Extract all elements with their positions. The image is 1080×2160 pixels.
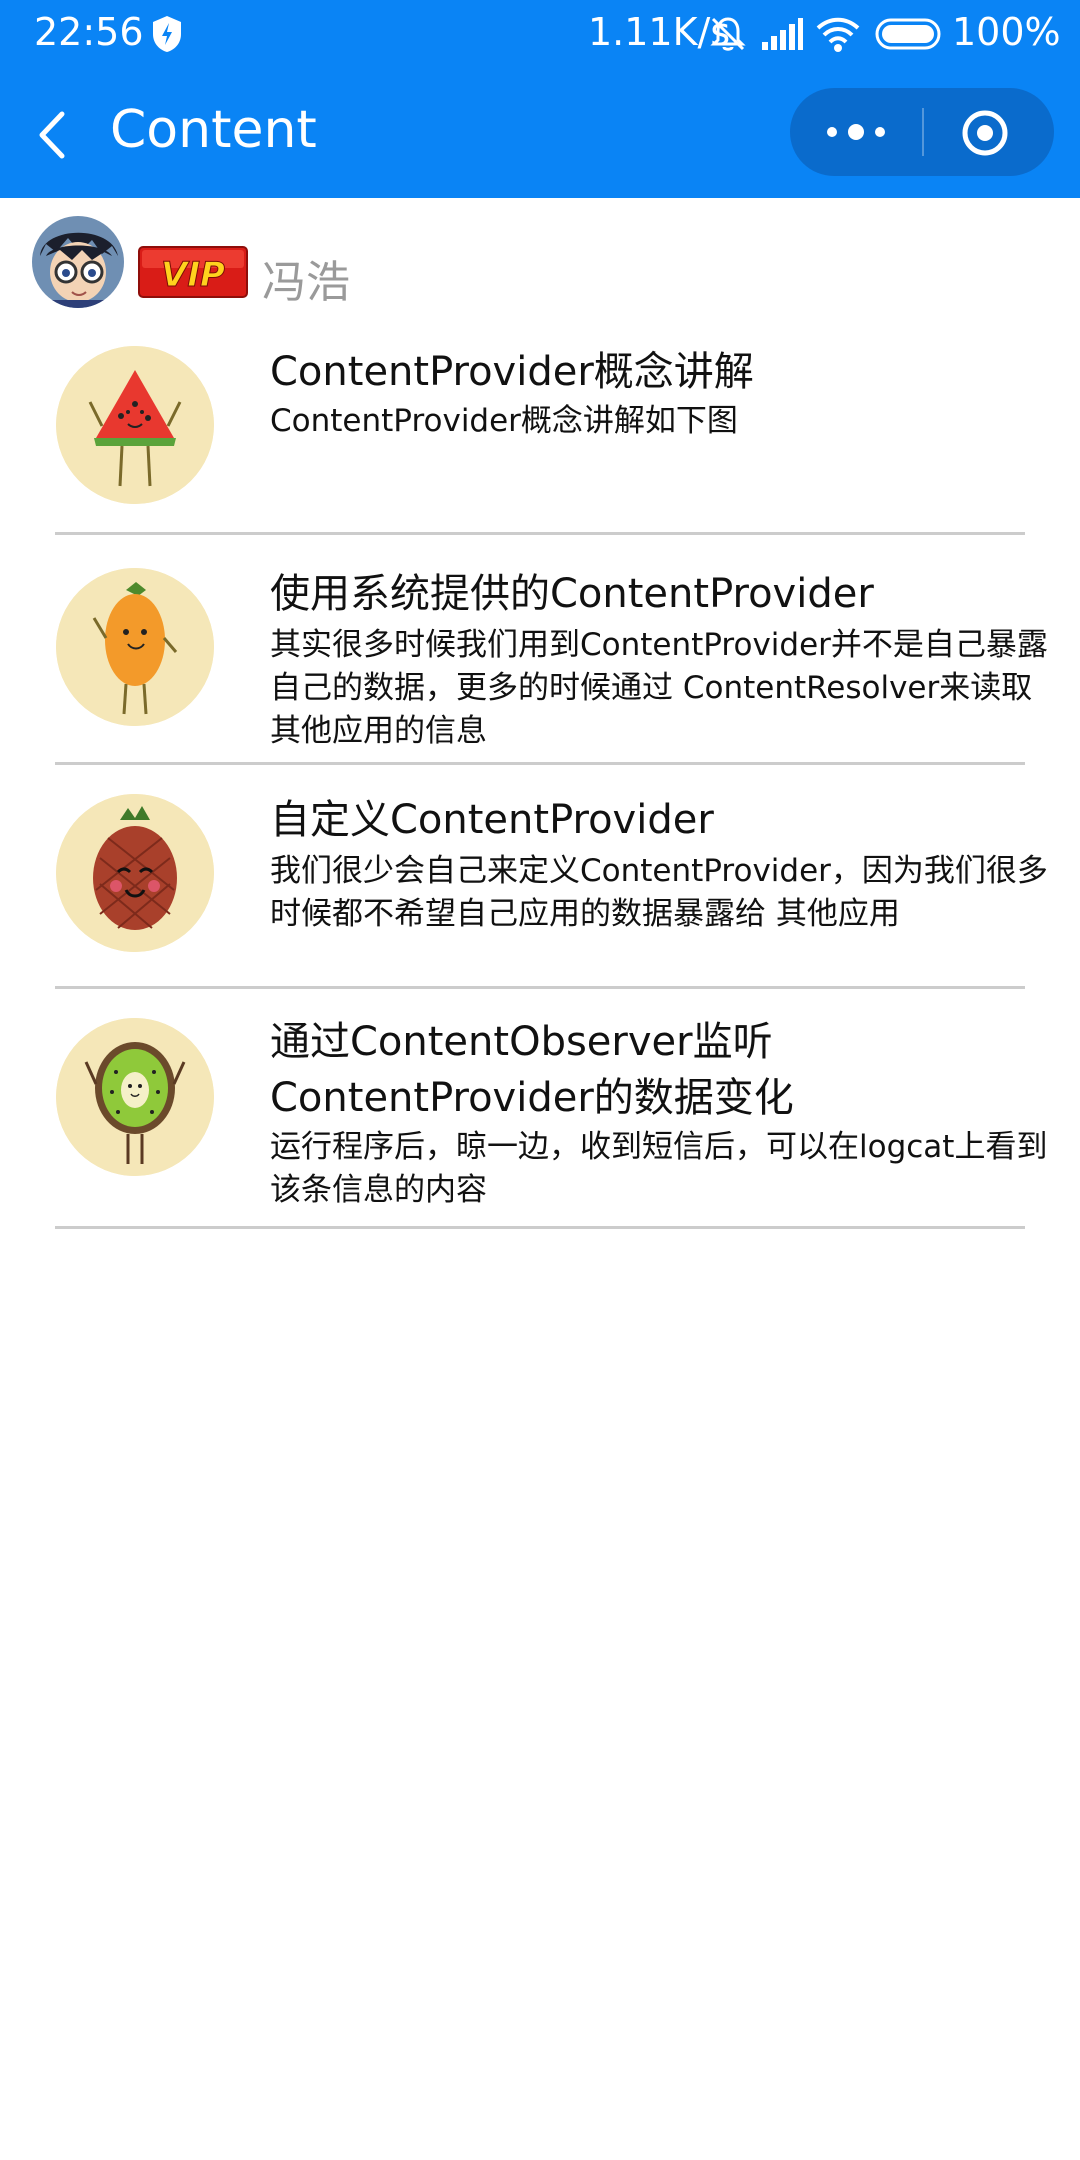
item-description: 运行程序后，晾一边，收到短信后，可以在logcat上看到该条信息的内容 bbox=[270, 1129, 1048, 1208]
status-time: 22:56 bbox=[34, 10, 144, 54]
back-arrow-icon[interactable] bbox=[30, 108, 74, 162]
signal-icon bbox=[762, 18, 803, 50]
item-title: 通过ContentObserver监听ContentProvider的数据变化 bbox=[270, 1019, 794, 1121]
item-separator bbox=[55, 532, 1025, 535]
content-list: ContentProvider概念讲解 ContentProvider概念讲解如… bbox=[0, 318, 1080, 1230]
kiwi-icon bbox=[56, 1018, 214, 1176]
item-separator bbox=[55, 1226, 1025, 1229]
item-title: ContentProvider概念讲解 bbox=[270, 349, 754, 395]
miniprogram-capsule bbox=[790, 88, 1054, 176]
user-name: 冯浩 bbox=[262, 257, 350, 308]
vip-badge: VIP bbox=[138, 246, 248, 298]
item-title: 自定义ContentProvider bbox=[270, 797, 714, 843]
item-description: 其实很多时候我们用到ContentProvider并不是自己暴露自己的数据，更多… bbox=[270, 627, 1048, 749]
user-row: VIP 冯浩 bbox=[0, 198, 1080, 318]
item-separator bbox=[55, 762, 1025, 765]
vip-badge-text: VIP bbox=[161, 255, 225, 295]
avatar[interactable] bbox=[32, 216, 124, 308]
item-title: 使用系统提供的ContentProvider bbox=[270, 571, 874, 617]
bell-muted-icon bbox=[710, 17, 746, 51]
battery-icon bbox=[875, 18, 941, 50]
list-item[interactable]: 通过ContentObserver监听ContentProvider的数据变化 … bbox=[0, 990, 1080, 1230]
list-item[interactable]: 自定义ContentProvider 我们很少会自己来定义ContentProv… bbox=[0, 766, 1080, 990]
item-description: 我们很少会自己来定义ContentProvider，因为我们很多时候都不希望自己… bbox=[270, 853, 1048, 932]
watermelon-icon bbox=[56, 346, 214, 504]
status-bar: 22:56 1.11K/s 100% bbox=[0, 0, 1080, 68]
mango-icon bbox=[56, 568, 214, 726]
more-dots-icon[interactable] bbox=[820, 112, 892, 152]
item-description: ContentProvider概念讲解如下图 bbox=[270, 403, 738, 439]
item-separator bbox=[55, 986, 1025, 989]
battery-percent: 100% bbox=[952, 10, 1061, 54]
list-item[interactable]: ContentProvider概念讲解 ContentProvider概念讲解如… bbox=[0, 318, 1080, 536]
close-target-icon[interactable] bbox=[960, 108, 1010, 158]
capsule-divider bbox=[922, 108, 924, 156]
app-header: 22:56 1.11K/s 100% Content bbox=[0, 0, 1080, 198]
shield-icon bbox=[153, 16, 181, 52]
list-item[interactable]: 使用系统提供的ContentProvider 其实很多时候我们用到Content… bbox=[0, 536, 1080, 766]
page-title: Content bbox=[110, 100, 317, 160]
navigation-bar: Content bbox=[0, 68, 1080, 198]
wifi-icon bbox=[816, 17, 860, 52]
pineapple-icon bbox=[56, 794, 214, 952]
